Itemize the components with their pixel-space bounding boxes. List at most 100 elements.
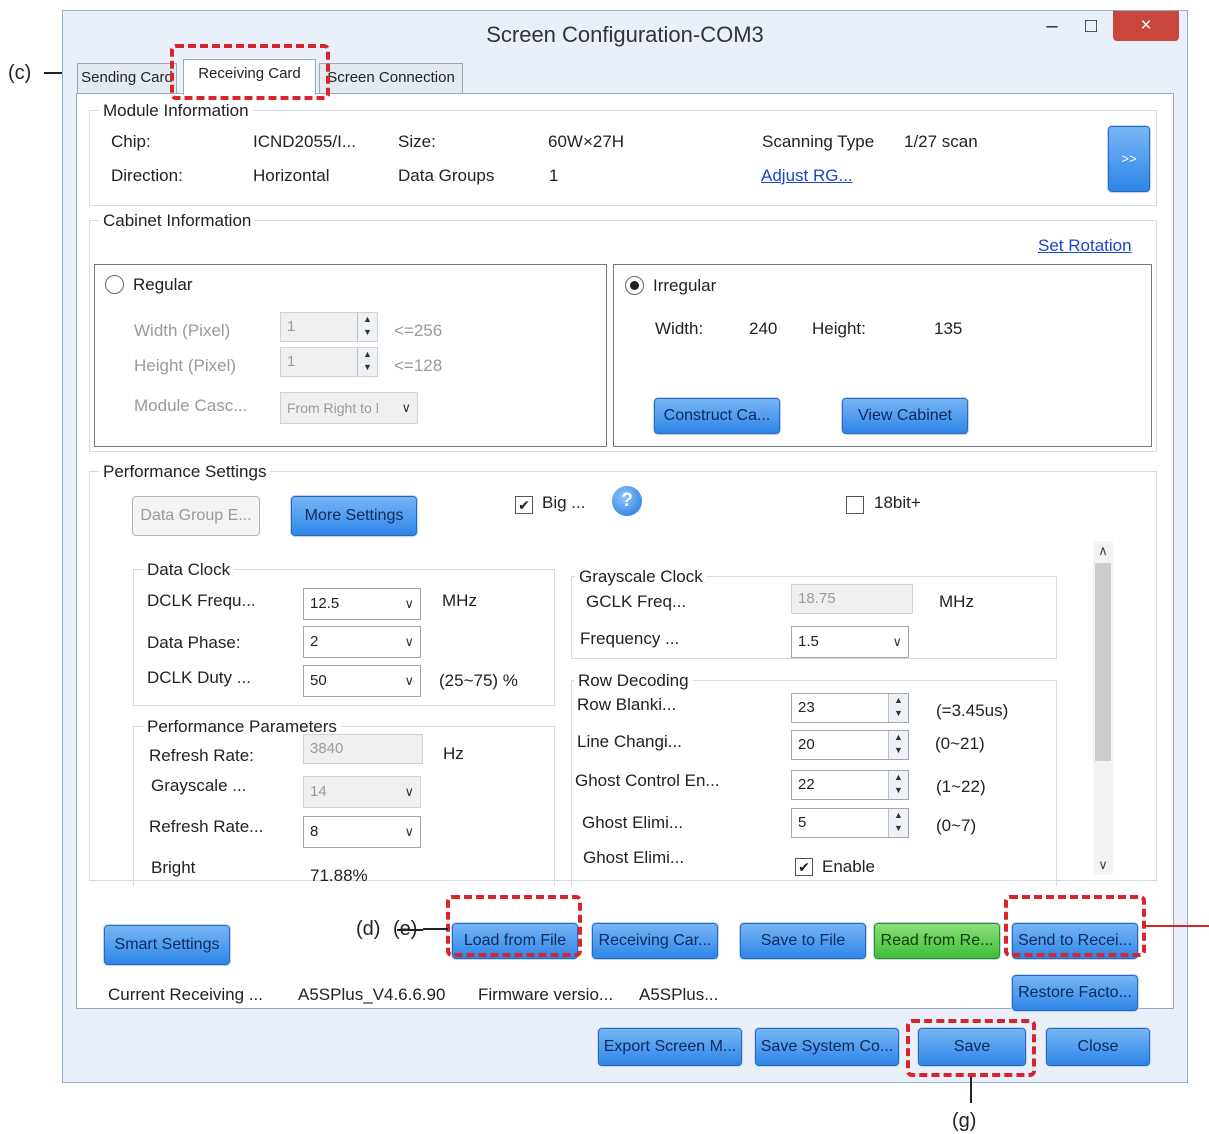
regular-label: Regular (133, 275, 193, 294)
data-phase-label: Data Phase: (147, 633, 241, 652)
export-screen-button[interactable]: Export Screen M... (598, 1028, 742, 1066)
ghost-control-spinner[interactable]: ▲ ▼ (888, 771, 908, 799)
chevron-down-icon: ∨ (892, 634, 902, 649)
view-cabinet-button[interactable]: View Cabinet (842, 398, 968, 434)
line-changing-spinner[interactable]: ▲ ▼ (888, 731, 908, 759)
data-clock-legend: Data Clock (143, 560, 235, 580)
dclk-duty-hint: (25~75) % (439, 671, 518, 690)
construct-cabinet-button[interactable]: Construct Ca... (654, 398, 780, 434)
big-label: Big ... (542, 493, 586, 512)
dclk-duty-select[interactable]: 50 ∨ (303, 665, 421, 697)
adjust-rg-link[interactable]: Adjust RG... (761, 166, 853, 186)
direction-label: Direction: (111, 166, 183, 185)
receiving-card-panel: Module Information Chip: ICND2055/I... S… (76, 93, 1174, 1011)
row-blanking-value: 23 (798, 699, 815, 716)
gclk-frequency-input: 18.75 (791, 584, 913, 614)
smart-settings-button[interactable]: Smart Settings (104, 925, 230, 965)
performance-settings-legend: Performance Settings (99, 462, 271, 482)
module-more-button[interactable]: >> (1108, 126, 1150, 192)
restore-factory-button[interactable]: Restore Facto... (1012, 975, 1138, 1011)
irregular-height-value: 135 (934, 319, 963, 338)
minimize-button[interactable]: – (1037, 11, 1067, 41)
chevron-down-icon: ∨ (404, 673, 414, 688)
scroll-up-icon[interactable]: ∧ (1093, 541, 1113, 561)
tab-sending-card[interactable]: Sending Card (77, 63, 177, 93)
frequency-select[interactable]: 1.5 ∨ (791, 626, 909, 658)
line-changing-label: Line Changi... (577, 732, 682, 751)
set-rotation-link[interactable]: Set Rotation (1038, 236, 1132, 256)
grayscale-clock-legend: Grayscale Clock (575, 567, 707, 587)
tab-receiving-card[interactable]: Receiving Card (183, 59, 316, 95)
data-phase-select[interactable]: 2 ∨ (303, 626, 421, 658)
ghost-control-input[interactable]: 22 ▲ ▼ (791, 770, 909, 800)
scrollbar-thumb[interactable] (1095, 563, 1111, 761)
save-to-file-button[interactable]: Save to File (740, 923, 866, 959)
receiving-card-button[interactable]: Receiving Car... (592, 923, 718, 959)
current-receiving-value: A5SPlus_V4.6.6.90 (298, 985, 446, 1004)
annotation-g: (g) (952, 1110, 977, 1132)
ghost-elimination-input[interactable]: 5 ▲ ▼ (791, 808, 909, 838)
row-blanking-input[interactable]: 23 ▲ ▼ (791, 693, 909, 723)
module-cascade-select[interactable]: From Right to l ∨ (280, 392, 418, 424)
enable-label: Enable (822, 857, 875, 876)
refresh-rate-label: Refresh Rate: (149, 746, 254, 765)
grayscale-label: Grayscale ... (151, 776, 247, 795)
ghost-elimination-2-label: Ghost Elimi... (583, 848, 685, 867)
height-pixel-spinner[interactable]: ▲ ▼ (357, 348, 377, 376)
data-group-button[interactable]: Data Group E... (132, 496, 260, 536)
width-pixel-spinner[interactable]: ▲ ▼ (357, 313, 377, 341)
scroll-down-icon[interactable]: ∨ (1093, 855, 1113, 875)
close-window-button[interactable]: × (1113, 11, 1179, 41)
gclk-frequency-label: GCLK Freq... (586, 592, 687, 611)
line-changing-hint: (0~21) (935, 734, 985, 753)
annotation-c: (c) (8, 62, 32, 84)
row-blanking-spinner[interactable]: ▲ ▼ (888, 694, 908, 722)
help-icon[interactable]: ? (612, 486, 642, 516)
width-pixel-input[interactable]: 1 ▲ ▼ (280, 312, 378, 342)
gclk-frequency-value: 18.75 (798, 590, 836, 607)
width-pixel-value: 1 (287, 318, 296, 335)
maximize-button[interactable]: □ (1075, 11, 1107, 41)
ghost-elimination-label: Ghost Elimi... (582, 813, 684, 832)
chevron-down-icon: ∨ (401, 400, 411, 415)
ghost-control-hint: (1~22) (936, 777, 986, 796)
module-information-frame (89, 110, 1157, 206)
highlight-send-to-receiving (1004, 895, 1146, 957)
irregular-width-value: 240 (749, 319, 778, 338)
refresh-rate-multiple-select[interactable]: 8 ∨ (303, 816, 421, 848)
scrollbar[interactable]: ∧ ∨ (1093, 541, 1113, 875)
tab-screen-connection[interactable]: Screen Connection (319, 63, 463, 93)
height-pixel-input[interactable]: 1 ▲ ▼ (280, 347, 378, 377)
close-button[interactable]: Close (1046, 1028, 1150, 1066)
line-changing-input[interactable]: 20 ▲ ▼ (791, 730, 909, 760)
ghost-elimination-spinner[interactable]: ▲ ▼ (888, 809, 908, 837)
gclk-unit: MHz (939, 592, 974, 611)
regular-radio[interactable] (105, 275, 124, 294)
chevron-down-icon: ∨ (404, 784, 414, 799)
refresh-rate-unit: Hz (443, 744, 464, 763)
bright-label: Bright (151, 858, 196, 877)
more-settings-button[interactable]: More Settings (291, 496, 417, 536)
irregular-label: Irregular (653, 276, 717, 295)
data-groups-label: Data Groups (398, 166, 495, 185)
annotation-d: (d) (356, 918, 381, 940)
enable-checkbox[interactable]: ✔ (795, 858, 813, 876)
irregular-radio[interactable] (625, 276, 644, 295)
direction-value: Horizontal (253, 166, 330, 185)
height-pixel-value: 1 (287, 353, 296, 370)
big-checkbox[interactable]: ✔ (515, 496, 533, 514)
read-from-receiving-button[interactable]: Read from Re... (874, 923, 1000, 959)
current-receiving-label: Current Receiving ... (108, 985, 263, 1004)
bit18-label: 18bit+ (874, 493, 921, 512)
refresh-rate-value: 3840 (310, 740, 344, 757)
data-phase-value: 2 (310, 633, 319, 650)
save-system-config-button[interactable]: Save System Co... (755, 1028, 899, 1066)
annotation-e-strike (397, 929, 423, 931)
dclk-frequency-select[interactable]: 12.5 ∨ (303, 588, 421, 620)
bit18-checkbox[interactable] (846, 496, 864, 514)
annotation-send-line (1146, 925, 1209, 927)
dclk-duty-value: 50 (310, 672, 327, 689)
grayscale-select[interactable]: 14 ∨ (303, 776, 421, 808)
chip-label: Chip: (111, 132, 151, 151)
row-blanking-label: Row Blanki... (577, 695, 677, 714)
